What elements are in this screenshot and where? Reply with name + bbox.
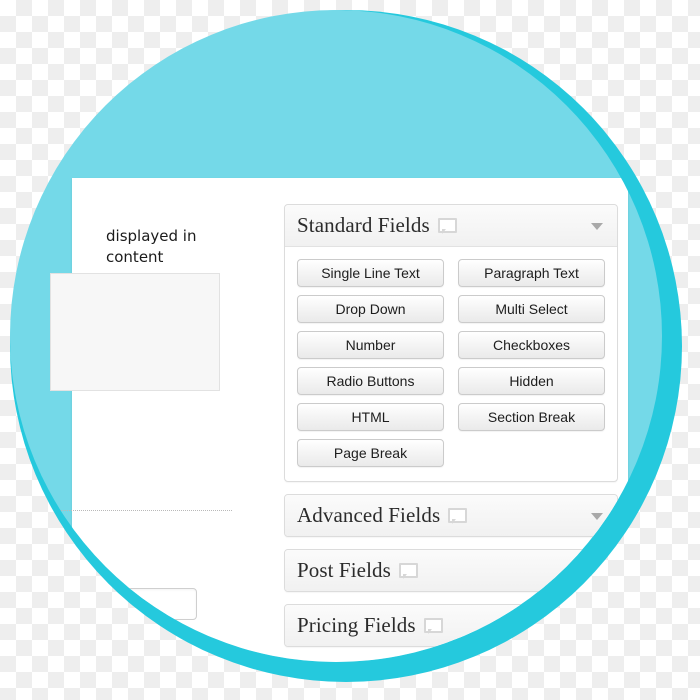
field-button-hidden[interactable]: Hidden <box>458 367 605 395</box>
field-group-title: Standard Fields <box>297 213 430 237</box>
field-group-header-standard-fields[interactable]: Standard Fields <box>285 205 617 247</box>
circle-clip-mask: displayed in content Standard Fields Sing… <box>10 10 662 662</box>
field-group-header-advanced-fields[interactable]: Advanced Fields <box>285 495 617 536</box>
form-text-input[interactable] <box>112 588 197 620</box>
field-description-text: displayed in content <box>106 227 197 266</box>
field-button-paragraph-text[interactable]: Paragraph Text <box>458 259 605 287</box>
speech-bubble-icon[interactable] <box>448 508 468 524</box>
field-group-header-post-fields[interactable]: Post Fields <box>285 550 617 591</box>
form-preview-column: displayed in content <box>42 178 292 662</box>
chevron-down-icon[interactable] <box>591 512 603 520</box>
speech-bubble-icon[interactable] <box>423 618 443 634</box>
field-button-single-line-text[interactable]: Single Line Text <box>297 259 444 287</box>
field-group-title: Pricing Fields <box>297 613 416 637</box>
speech-bubble-icon[interactable] <box>437 218 457 234</box>
field-group-pricing-fields: Pricing Fields <box>284 604 618 647</box>
field-description-box <box>50 273 220 391</box>
field-button-drop-down[interactable]: Drop Down <box>297 295 444 323</box>
section-divider <box>42 510 232 511</box>
field-button-multi-select[interactable]: Multi Select <box>458 295 605 323</box>
field-button-html[interactable]: HTML <box>297 403 444 431</box>
field-group-standard-fields: Standard Fields Single Line Text Paragraph… <box>284 204 618 482</box>
field-group-header-pricing-fields[interactable]: Pricing Fields <box>285 605 617 646</box>
field-group-post-fields: Post Fields <box>284 549 618 592</box>
screenshot-canvas: displayed in content Standard Fields Sing… <box>0 0 700 700</box>
form-editor-panel: displayed in content Standard Fields Sing… <box>42 178 628 662</box>
field-button-page-break[interactable]: Page Break <box>297 439 444 467</box>
field-group-title: Post Fields <box>297 558 391 582</box>
field-group-body-standard-fields: Single Line Text Paragraph Text Drop Down M… <box>285 247 617 481</box>
field-button-section-break[interactable]: Section Break <box>458 403 605 431</box>
field-button-radio-buttons[interactable]: Radio Buttons <box>297 367 444 395</box>
field-groups-column: Standard Fields Single Line Text Paragraph… <box>284 204 618 659</box>
field-group-title: Advanced Fields <box>297 503 441 527</box>
chevron-down-icon[interactable] <box>591 222 603 230</box>
field-button-grid: Single Line Text Paragraph Text Drop Down M… <box>297 259 605 467</box>
field-button-number[interactable]: Number <box>297 331 444 359</box>
field-group-advanced-fields: Advanced Fields <box>284 494 618 537</box>
field-button-checkboxes[interactable]: Checkboxes <box>458 331 605 359</box>
speech-bubble-icon[interactable] <box>398 563 418 579</box>
